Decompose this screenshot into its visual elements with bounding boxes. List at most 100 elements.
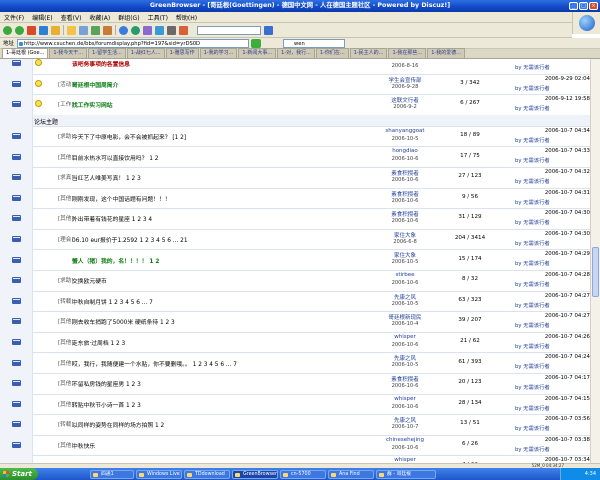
settings-icon[interactable] [167, 25, 176, 35]
thread-last-post-by[interactable]: by 无需该行者 [515, 280, 585, 288]
scroll-thumb[interactable] [592, 247, 599, 297]
thread-last-post-by[interactable]: by 无需该行者 [515, 445, 585, 453]
tab-item[interactable]: 1-民主人的... [349, 48, 388, 58]
thread-last-post-date[interactable]: 2006-10-7 04:28 [510, 272, 590, 278]
thread-title[interactable]: 刚去收车捎跑了5000米 硬纸条待 1 2 3 [72, 317, 175, 326]
thread-title[interactable]: 刚刚发现，这个中国话题有问题！！！ [72, 194, 171, 203]
taskbar-item[interactable]: GreenBrowser [232, 470, 278, 479]
thread-last-post-by[interactable]: by 无需该行者 [515, 342, 585, 350]
toolbar-search-input[interactable] [197, 25, 261, 35]
menu-help[interactable]: 帮助(H) [176, 13, 197, 22]
thread-last-post-date[interactable]: 2006-10-7 03:38 [510, 437, 590, 443]
thread-author[interactable]: whisper [370, 396, 440, 402]
print-icon[interactable] [103, 25, 112, 35]
thread-title[interactable]: 走东旅·过周档 1 2 3 [72, 338, 125, 347]
thread-author[interactable]: 素食积攒者 [370, 190, 440, 198]
thread-title[interactable]: 哎，我行，我随便建一个水贴，你不要删哦。。 1 2 3 4 5 6 ... 7 [72, 359, 237, 368]
thread-last-post-by[interactable]: by 无需该行者 [515, 239, 585, 247]
maximize-icon[interactable]: □ [579, 2, 588, 10]
thread-last-post-by[interactable]: by 无需该行者 [515, 259, 585, 267]
favorites-icon[interactable] [67, 25, 76, 35]
go-button[interactable] [251, 38, 262, 48]
menu-edit[interactable]: 编辑(E) [32, 13, 52, 22]
thread-last-post-date[interactable]: 2006-10-7 04:32 [510, 169, 590, 175]
thread-last-post-date[interactable]: 2006-10-7 04:17 [510, 375, 590, 381]
tab-item[interactable]: 1-我的学习... [199, 48, 238, 58]
thread-author[interactable]: 学生会宣传部 [370, 76, 440, 84]
tab-item[interactable]: 1-雅思写作 [165, 48, 199, 58]
thread-last-post-date[interactable]: 2006-10-7 04:34 [510, 128, 590, 134]
tab-item[interactable]: 1-战红七人... [126, 48, 165, 58]
thread-author[interactable]: hongdiao [370, 148, 440, 154]
thread-title[interactable]: 找工作实习网站 [72, 100, 113, 109]
start-button[interactable]: Start [0, 468, 38, 480]
taskbar-item[interactable]: Windows Live ... [136, 470, 182, 479]
taskbar-item[interactable]: 群 - 哥廷根 [376, 470, 436, 479]
taskbar-item[interactable]: Ana Find [328, 470, 374, 479]
vertical-scrollbar[interactable] [590, 59, 600, 463]
thread-last-post-date[interactable]: 2006-10-7 04:33 [510, 148, 590, 154]
tab-item[interactable]: 1-对，我行... [277, 48, 315, 58]
home-icon[interactable] [51, 25, 60, 35]
search-input[interactable]: wen [283, 38, 346, 48]
thread-last-post-by[interactable]: by 无需该行者 [515, 301, 585, 309]
thread-last-post-by[interactable]: by 无需该行者 [515, 177, 585, 185]
thread-last-post-by[interactable]: by 无需该行者 [515, 198, 585, 206]
url-input[interactable]: http://www.csuchen.de/bbs/forumdisplay.p… [17, 38, 250, 48]
thread-title[interactable]: 转贴中秋节小诗一首 1 2 3 [72, 400, 141, 409]
thread-title[interactable]: 不留私房钱的星座男 1 2 3 [72, 379, 141, 388]
thread-author[interactable]: 先康之风 [370, 354, 440, 362]
tab-item[interactable]: 1-我今天干... [49, 48, 88, 58]
thread-author[interactable]: whisper [370, 334, 440, 340]
tab-item[interactable]: 1-我在那些... [388, 48, 427, 58]
thread-last-post-by[interactable]: by 无需该行者 [515, 218, 585, 226]
thread-last-post-by[interactable]: by 无需该行者 [515, 63, 585, 71]
thread-last-post-date[interactable]: 2006-10-7 04:27 [510, 313, 590, 319]
menu-groups[interactable]: 群组(G) [118, 13, 139, 22]
thread-title[interactable]: 中秋快乐 [72, 441, 95, 450]
thread-title[interactable]: 该吧务事项的各置信息 [72, 59, 130, 68]
taskbar-item[interactable]: cn-5700 [280, 470, 326, 479]
thread-title[interactable]: 目前水热水可以直接饮用吗？ 1 2 [72, 153, 158, 162]
menu-file[interactable]: 文件(F) [4, 13, 24, 22]
tab-item[interactable]: 1-我的爱德... [427, 48, 465, 58]
proxy-icon[interactable] [131, 25, 140, 35]
thread-title[interactable]: 今天下了中原电影，会不会被抓起来？ [1 2] [72, 132, 186, 141]
thread-last-post-date[interactable]: 2006-9-12 19:58 [510, 96, 590, 102]
stop-icon[interactable] [27, 25, 36, 35]
thread-last-post-date[interactable]: 2006-10-7 03:56 [510, 416, 590, 422]
mail-icon[interactable] [143, 25, 152, 35]
thread-author[interactable]: 先康之风 [370, 293, 440, 301]
thread-author[interactable]: shanyanggoat [370, 128, 440, 134]
thread-last-post-by[interactable]: by 无需该行者 [515, 404, 585, 412]
thread-title[interactable]: 蟹人（猪）我的，名！！！！ 1 2 [72, 256, 159, 265]
refresh-icon[interactable] [39, 25, 48, 35]
thread-author[interactable]: 这联文行者 [370, 96, 440, 104]
thread-author[interactable]: 素食积攒者 [370, 210, 440, 218]
back-icon[interactable] [3, 25, 12, 35]
taskbar-item[interactable]: TDdownload [184, 470, 230, 479]
menu-favorites[interactable]: 收藏(A) [89, 13, 110, 22]
zoom-icon[interactable] [155, 25, 164, 35]
thread-last-post-date[interactable]: 2006-10-7 04:24 [510, 354, 590, 360]
tab-item[interactable]: 1-新闻大事... [238, 48, 277, 58]
thread-author[interactable]: 家住大象 [370, 251, 440, 259]
thread-last-post-by[interactable]: by 无需该行者 [515, 84, 585, 92]
thread-author[interactable]: chinesehejing [370, 437, 440, 443]
tab-item[interactable]: 1-哥廷根 (Goe... [2, 48, 49, 58]
thread-last-post-date[interactable]: 2006-10-7 04:30 [510, 210, 590, 216]
taskbar-item[interactable]: 四通1 [90, 470, 134, 479]
thread-last-post-date[interactable]: 2006-10-6 00:44 [510, 59, 590, 61]
undo-close-icon[interactable] [119, 25, 128, 35]
thread-last-post-date[interactable]: 2006-10-7 04:27 [510, 293, 590, 299]
thread-last-post-date[interactable]: 2006-9-29 02:04 [510, 76, 590, 82]
thread-title[interactable]: 中秋自制月饼 1 2 3 4 5 6 ... 7 [72, 297, 153, 306]
history-icon[interactable] [79, 25, 88, 35]
close-icon[interactable]: × [589, 2, 598, 10]
thread-last-post-date[interactable]: 2006-10-7 04:30 [510, 231, 590, 237]
thread-last-post-by[interactable]: by 无需该行者 [515, 136, 585, 144]
thread-last-post-by[interactable]: by 无需该行者 [515, 321, 585, 329]
forward-icon[interactable] [15, 25, 24, 35]
thread-last-post-by[interactable]: by 无需该行者 [515, 156, 585, 164]
thread-last-post-date[interactable]: 2006-10-7 04:29 [510, 251, 590, 257]
